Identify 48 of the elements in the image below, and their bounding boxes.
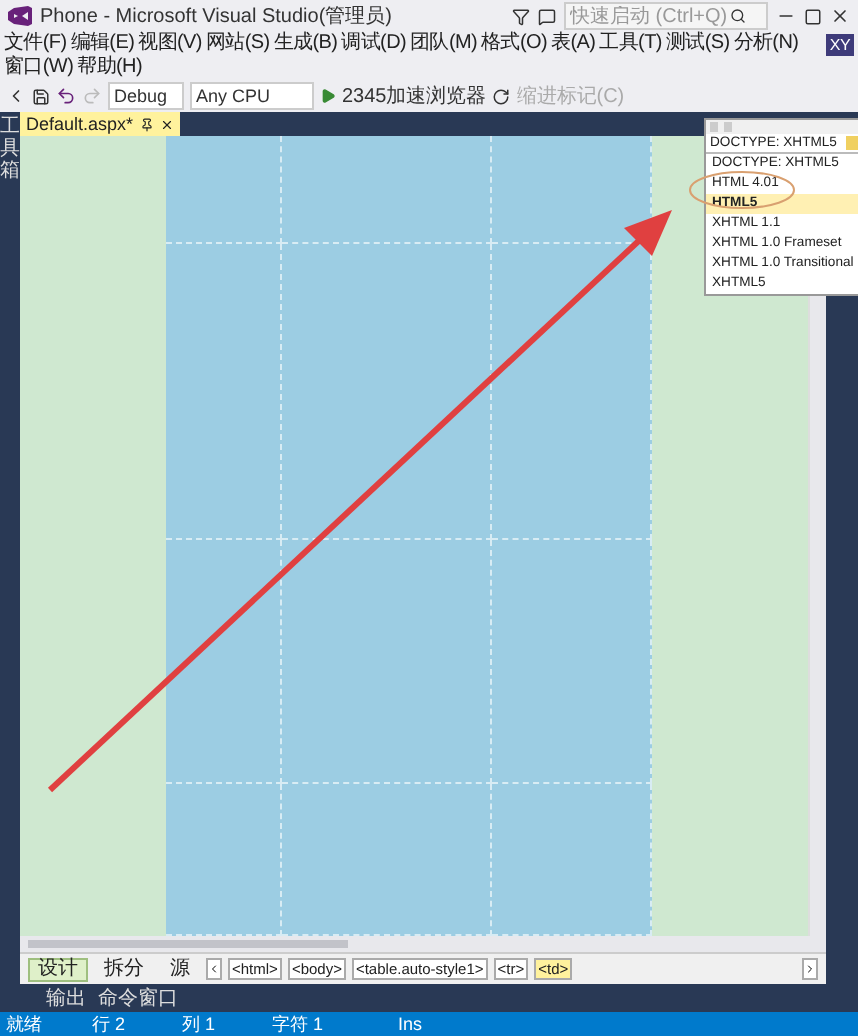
app-logo-icon: [8, 6, 32, 26]
configuration-select[interactable]: Debug: [108, 82, 184, 110]
view-tab[interactable]: 拆分: [94, 957, 154, 981]
highlight-ellipse: [689, 171, 795, 209]
scroll-right-icon[interactable]: [804, 962, 816, 976]
search-icon[interactable]: [730, 8, 746, 24]
view-tab[interactable]: 源: [160, 957, 200, 981]
menu-item[interactable]: 工具(T): [599, 32, 662, 56]
menu-item[interactable]: 视图(V): [138, 32, 202, 56]
document-tab[interactable]: Default.aspx*: [20, 112, 180, 136]
tab-label[interactable]: Default.aspx*: [26, 114, 134, 134]
play-icon[interactable]: [320, 88, 336, 104]
panel-tab[interactable]: 输出: [46, 984, 86, 1012]
close-icon[interactable]: [159, 117, 174, 131]
close-icon[interactable]: [830, 6, 850, 26]
menu-item[interactable]: 分析(N): [733, 32, 799, 56]
maximize-icon[interactable]: [804, 7, 822, 25]
status-text: 行 2: [90, 1011, 128, 1036]
menu-item[interactable]: 窗口(W): [4, 56, 74, 80]
toolbox-tab[interactable]: 工具箱: [0, 116, 20, 1012]
menu-item[interactable]: 文件(F): [4, 32, 67, 56]
platform-select[interactable]: Any CPU: [190, 82, 314, 110]
horizontal-scrollbar[interactable]: [20, 936, 826, 952]
panel-tab[interactable]: 命令窗口: [98, 984, 178, 1012]
menu-item[interactable]: 帮助(H): [77, 56, 142, 80]
run-browser-button[interactable]: 2345加速浏览器: [342, 82, 487, 110]
menu-item[interactable]: 格式(O): [481, 32, 547, 56]
save-icon[interactable]: [32, 87, 50, 105]
refresh-icon[interactable]: [492, 87, 511, 105]
filter-icon[interactable]: [512, 7, 530, 25]
status-text: 字符 1: [270, 1011, 326, 1036]
scroll-left-icon[interactable]: [208, 962, 220, 976]
menu-item[interactable]: 测试(S): [665, 32, 730, 56]
menu-item[interactable]: 生成(B): [273, 32, 338, 56]
menu-item[interactable]: 表(A): [551, 32, 596, 56]
feedback-icon[interactable]: [538, 7, 556, 25]
status-text: 就绪: [4, 1011, 44, 1036]
menu-item[interactable]: 调试(D): [341, 32, 407, 56]
user-badge[interactable]: XY: [825, 33, 854, 55]
menu-item[interactable]: 网站(S): [205, 32, 270, 56]
pin-icon[interactable]: [139, 117, 154, 131]
status-text: 列 1: [180, 1011, 218, 1036]
menu-item[interactable]: 团队(M): [410, 32, 478, 56]
status-text: Ins: [396, 1014, 425, 1034]
undo-icon[interactable]: [56, 86, 76, 106]
view-tab[interactable]: 设计: [28, 957, 88, 981]
window-title: Phone - Microsoft Visual Studio(管理员): [40, 4, 394, 30]
menu-item[interactable]: 编辑(E): [70, 32, 135, 56]
